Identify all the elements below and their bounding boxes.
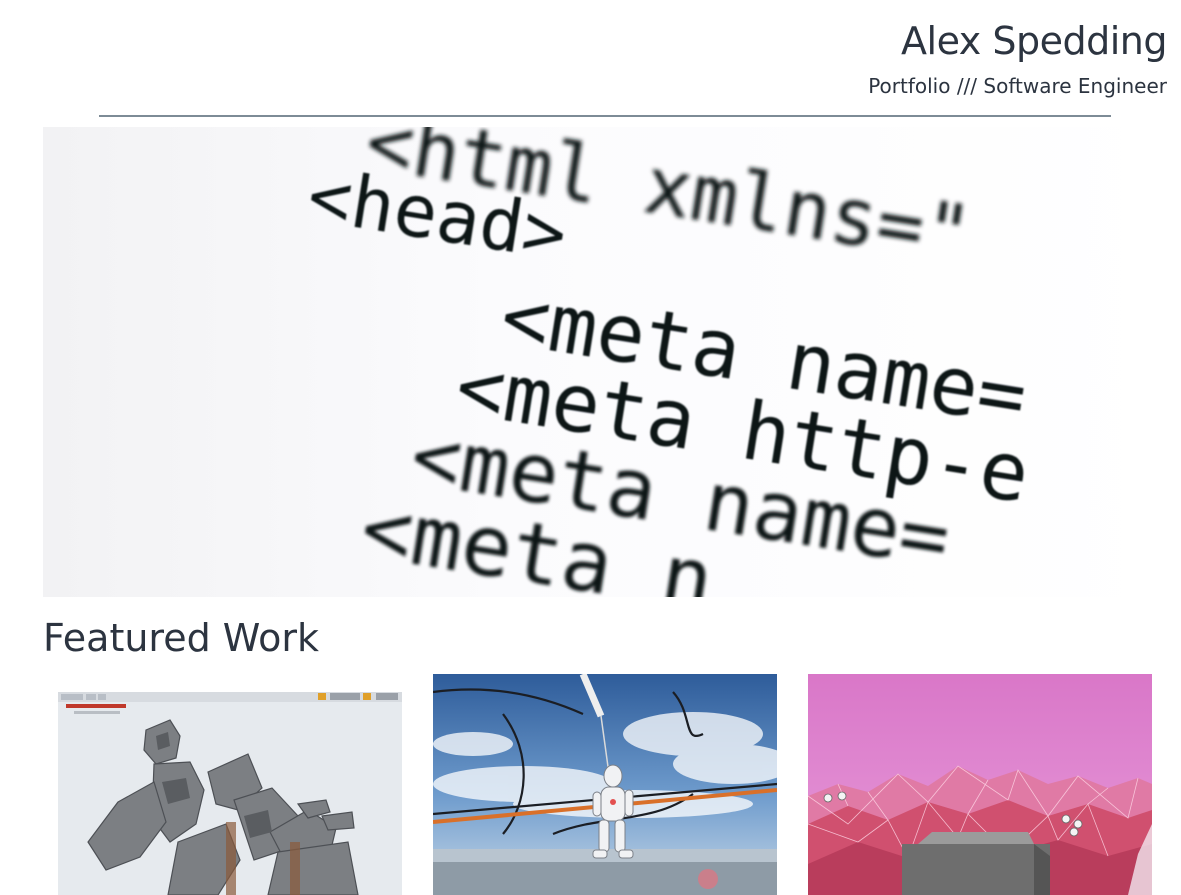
- html-code-image: <html xmlns=" <head> <meta name= <meta h…: [302, 127, 1035, 597]
- project-card-1[interactable]: [58, 692, 402, 895]
- hero-banner-image: <html xmlns=" <head> <meta name= <meta h…: [43, 127, 1168, 597]
- site-header: Alex Spedding Portfolio /// Software Eng…: [868, 18, 1167, 100]
- project-card-2[interactable]: [433, 674, 777, 895]
- game-editor-statue-screenshot: [58, 692, 402, 895]
- site-subtitle: Portfolio /// Software Engineer: [868, 74, 1167, 98]
- featured-work-heading: Featured Work: [43, 616, 320, 660]
- header-divider: [99, 115, 1111, 117]
- site-title[interactable]: Alex Spedding: [868, 18, 1167, 64]
- project-card-3[interactable]: [808, 674, 1152, 895]
- robot-sky-screenshot: [433, 674, 777, 895]
- pink-low-poly-terrain-screenshot: [808, 674, 1152, 895]
